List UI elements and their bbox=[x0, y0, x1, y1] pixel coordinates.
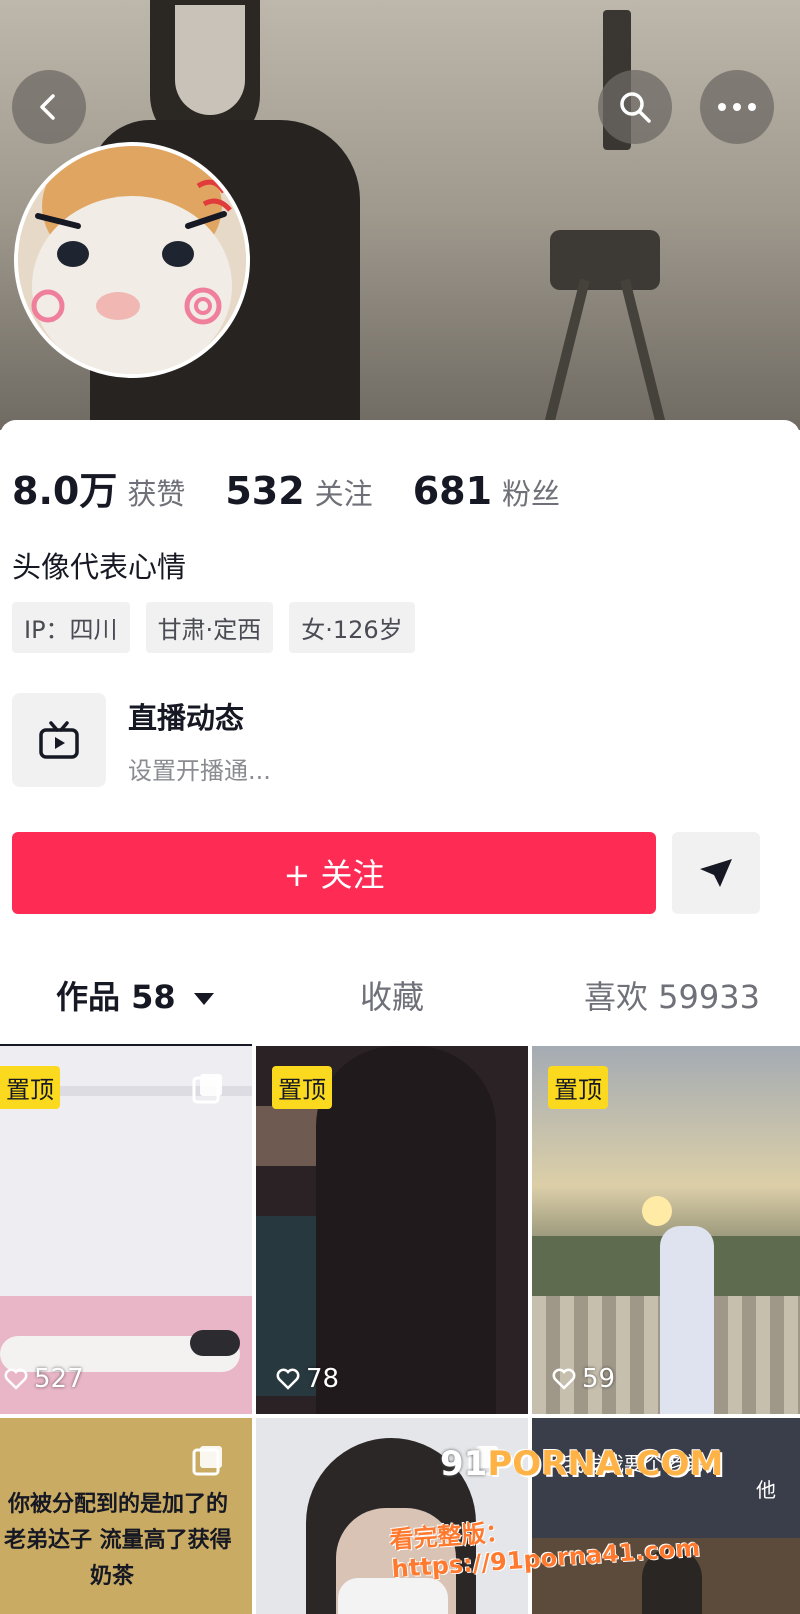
tile-caption-line: 老弟达子 流量高了获得 bbox=[4, 1528, 232, 1553]
pinned-badge: 置顶 bbox=[272, 1066, 332, 1109]
search-button[interactable] bbox=[598, 70, 672, 144]
cover-tripod-head bbox=[550, 230, 660, 290]
cover-tripod-leg bbox=[539, 278, 590, 430]
profile-stats: 8.0万 获赞 532 关注 681 粉丝 bbox=[12, 460, 600, 515]
multi-photo-icon bbox=[192, 1074, 222, 1104]
tab-works[interactable]: 作品 58 bbox=[56, 950, 215, 1044]
tile-like-count: 59 bbox=[552, 1364, 615, 1394]
tile-like-count: 78 bbox=[276, 1364, 339, 1394]
tile-like-number: 78 bbox=[306, 1364, 340, 1394]
cover-figure-face bbox=[175, 5, 245, 115]
send-message-button[interactable] bbox=[672, 832, 760, 914]
likes-label: 获赞 bbox=[127, 477, 186, 511]
pinned-badge: 置顶 bbox=[548, 1066, 608, 1109]
tab-favorites[interactable]: 收藏 bbox=[360, 950, 424, 1044]
live-activity-title: 直播动态 bbox=[128, 700, 245, 735]
following-count[interactable]: 532 bbox=[225, 469, 304, 513]
multi-photo-icon bbox=[468, 1446, 498, 1476]
profile-tags: IP：四川 甘肃·定西 女·126岁 bbox=[12, 602, 415, 653]
tile-caption-line: 他 bbox=[756, 1478, 776, 1502]
follow-button[interactable]: + 关注 bbox=[12, 832, 656, 914]
profile-bio: 头像代表心情 bbox=[12, 550, 187, 584]
avatar-cat-image bbox=[18, 146, 246, 374]
more-horizontal-icon bbox=[718, 103, 756, 111]
tile-caption-line: 我发我要个老弟， bbox=[564, 1452, 724, 1476]
tile-like-number: 527 bbox=[34, 1364, 84, 1394]
back-button[interactable] bbox=[12, 70, 86, 144]
pinned-badge: 置顶 bbox=[0, 1066, 60, 1109]
hometown-tag: 甘肃·定西 bbox=[145, 602, 274, 653]
live-activity-subtitle: 设置开播通... bbox=[128, 756, 271, 785]
ip-location-tag: IP：四川 bbox=[12, 602, 130, 653]
video-tile[interactable] bbox=[256, 1418, 528, 1614]
video-tile[interactable]: 置顶 59 bbox=[532, 1046, 800, 1414]
live-icon-box bbox=[12, 693, 106, 787]
more-button[interactable] bbox=[700, 70, 774, 144]
tile-like-number: 59 bbox=[582, 1364, 616, 1394]
heart-outline-icon bbox=[276, 1368, 300, 1390]
tile-caption-line: 你被分配到的是加了的 bbox=[8, 1492, 229, 1517]
send-icon bbox=[700, 859, 732, 887]
video-tile[interactable]: 我发我要个老弟， 他 bbox=[532, 1418, 800, 1614]
tab-likes[interactable]: 喜欢 59933 bbox=[584, 950, 760, 1044]
video-tile[interactable]: 你被分配到的是加了的 老弟达子 流量高了获得 奶茶 bbox=[0, 1418, 252, 1614]
heart-outline-icon bbox=[552, 1368, 576, 1390]
caret-down-icon bbox=[193, 993, 214, 1005]
video-tile[interactable]: 置顶 527 bbox=[0, 1046, 252, 1414]
live-activity-card[interactable]: 直播动态 设置开播通... bbox=[12, 692, 512, 788]
followers-count[interactable]: 681 bbox=[413, 469, 492, 513]
heart-outline-icon bbox=[4, 1368, 28, 1390]
likes-count: 8.0万 bbox=[12, 469, 118, 513]
multi-photo-icon bbox=[192, 1446, 222, 1476]
cover-tripod-leg bbox=[620, 278, 671, 430]
tile-like-count: 527 bbox=[4, 1364, 84, 1394]
tv-icon bbox=[39, 721, 79, 759]
following-label[interactable]: 关注 bbox=[315, 471, 373, 513]
gender-age-tag: 女·126岁 bbox=[289, 602, 415, 653]
followers-label[interactable]: 粉丝 bbox=[502, 471, 560, 513]
search-icon bbox=[620, 92, 651, 123]
tile-caption-line: 奶茶 bbox=[90, 1564, 135, 1589]
avatar[interactable] bbox=[14, 142, 250, 378]
profile-cover bbox=[0, 0, 800, 430]
tab-works-label: 作品 58 bbox=[56, 978, 176, 1016]
video-tile[interactable]: 置顶 78 bbox=[256, 1046, 528, 1414]
chevron-left-icon bbox=[40, 94, 55, 120]
profile-tabs: 作品 58 收藏 喜欢 59933 bbox=[0, 950, 800, 1050]
